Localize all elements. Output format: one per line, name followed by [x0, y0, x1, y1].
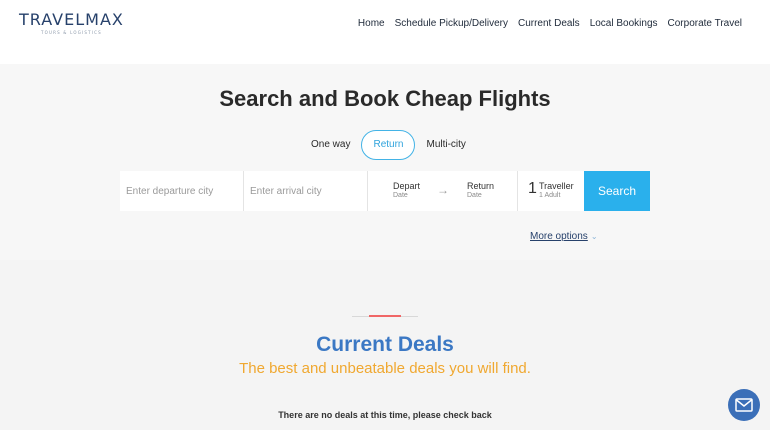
nav-corporate-travel[interactable]: Corporate Travel [668, 18, 742, 29]
logo[interactable]: TRAVELMAX TOURS & LOGISTICS [19, 10, 124, 35]
nav-home[interactable]: Home [358, 18, 385, 29]
flight-search-section: Search and Book Cheap Flights One way Re… [0, 64, 770, 260]
more-options-link[interactable]: More options ⌄ [530, 231, 598, 242]
traveller-selector[interactable]: 1 Traveller 1 Adult [518, 171, 584, 211]
departure-city-input[interactable] [120, 171, 243, 211]
search-button[interactable]: Search [584, 171, 650, 211]
trip-type-return[interactable]: Return [361, 130, 416, 160]
logo-name: TRAVELMAX [19, 10, 124, 29]
trip-type-multi-city[interactable]: Multi-city [415, 130, 476, 160]
section-divider-accent [369, 315, 401, 317]
traveller-label: Traveller [539, 181, 574, 191]
deals-subtitle: The best and unbeatable deals you will f… [239, 360, 531, 377]
arrow-right-icon: → [437, 183, 449, 197]
trip-type-one-way[interactable]: One way [300, 130, 361, 160]
traveller-count: 1 [528, 180, 537, 197]
return-date[interactable]: Return Date [467, 181, 494, 199]
nav-schedule-pickup[interactable]: Schedule Pickup/Delivery [395, 18, 508, 29]
date-picker[interactable]: Depart Date → Return Date [368, 171, 518, 211]
depart-sub: Date [393, 192, 408, 199]
search-bar: Depart Date → Return Date 1 Traveller 1 … [120, 171, 650, 211]
return-label: Return [467, 181, 495, 191]
mail-icon[interactable] [728, 389, 760, 421]
departure-field [120, 171, 244, 211]
depart-date[interactable]: Depart Date [393, 181, 420, 199]
arrival-city-input[interactable] [244, 171, 367, 211]
logo-tagline: TOURS & LOGISTICS [41, 30, 102, 35]
chevron-down-icon: ⌄ [590, 232, 598, 241]
site-header: TRAVELMAX TOURS & LOGISTICS Home Schedul… [0, 0, 770, 64]
search-title: Search and Book Cheap Flights [219, 86, 551, 111]
more-options-label: More options [530, 231, 588, 242]
traveller-info: Traveller 1 Adult [539, 181, 574, 199]
traveller-sub: 1 Adult [539, 192, 561, 199]
return-sub: Date [467, 192, 482, 199]
arrival-field [244, 171, 368, 211]
deals-title: Current Deals [316, 333, 454, 356]
no-deals-message: There are no deals at this time, please … [278, 410, 492, 420]
nav-current-deals[interactable]: Current Deals [518, 18, 580, 29]
nav-local-bookings[interactable]: Local Bookings [590, 18, 658, 29]
current-deals-section: Current Deals The best and unbeatable de… [0, 260, 770, 430]
depart-label: Depart [393, 181, 421, 191]
main-nav: Home Schedule Pickup/Delivery Current De… [358, 18, 742, 29]
trip-type-selector: One way Return Multi-city [300, 130, 477, 160]
